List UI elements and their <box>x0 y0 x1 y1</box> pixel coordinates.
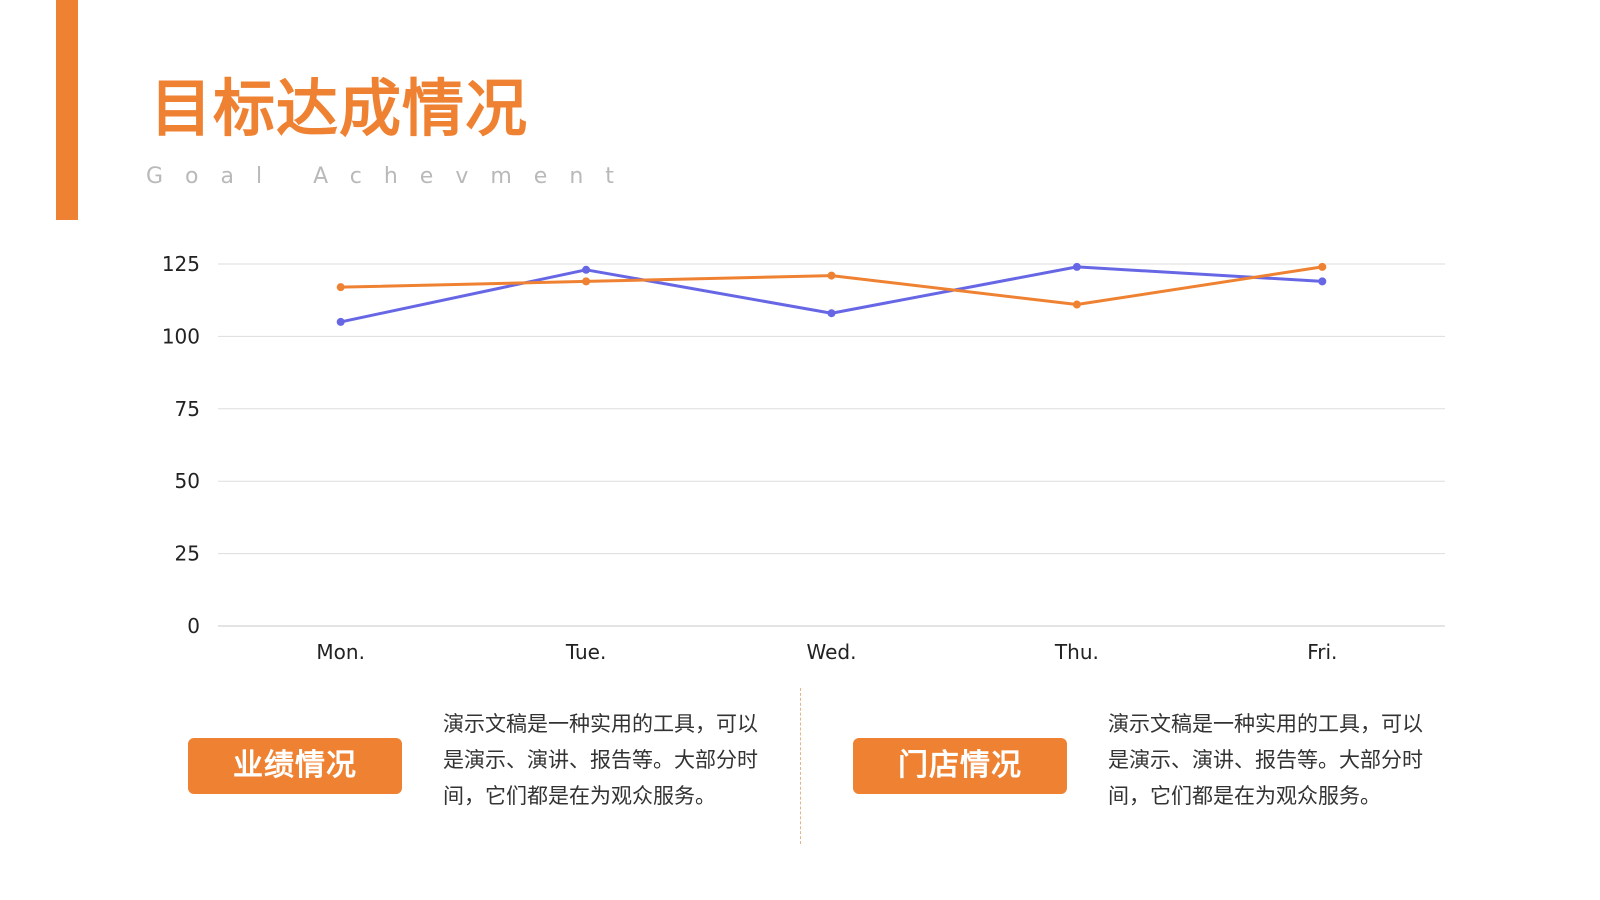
series-2-point <box>827 271 836 280</box>
panel-divider <box>800 688 801 844</box>
x-tick-label: Thu. <box>1054 640 1099 664</box>
series-2-point <box>1072 300 1081 309</box>
y-tick-label: 75 <box>175 397 200 421</box>
series-1-point <box>1318 277 1327 286</box>
y-tick-label: 125 <box>162 252 200 276</box>
series-2-point <box>582 277 591 286</box>
series-1-point <box>827 309 836 318</box>
series-2-point <box>336 283 345 292</box>
x-tick-label: Tue. <box>565 640 607 664</box>
y-tick-label: 100 <box>162 324 200 348</box>
y-tick-label: 25 <box>175 542 200 566</box>
series-2-point <box>1318 262 1327 271</box>
series-1-point <box>582 265 591 274</box>
slide: 目标达成情况 Goal Achevment 0 25 50 75 100 125 Mon. T… <box>0 0 1600 900</box>
stores-description: 演示文稿是一种实用的工具，可以是演示、演讲、报告等。大部分时间，它们都是在为观众… <box>1108 712 1423 808</box>
series-1-point <box>1072 262 1081 271</box>
y-tick-label: 50 <box>175 469 200 493</box>
line-chart: 0 25 50 75 100 125 Mon. Tue. Wed. Thu. Fri. <box>162 252 1445 664</box>
tag-performance: 业绩情况 <box>188 738 402 794</box>
y-tick-label: 0 <box>187 614 200 638</box>
x-tick-label: Fri. <box>1307 640 1337 664</box>
x-tick-label: Wed. <box>807 640 857 664</box>
x-tick-label: Mon. <box>316 640 365 664</box>
performance-description: 演示文稿是一种实用的工具，可以是演示、演讲、报告等。大部分时间，它们都是在为观众… <box>443 712 758 808</box>
series-1-point <box>336 317 345 326</box>
tag-stores: 门店情况 <box>853 738 1067 794</box>
